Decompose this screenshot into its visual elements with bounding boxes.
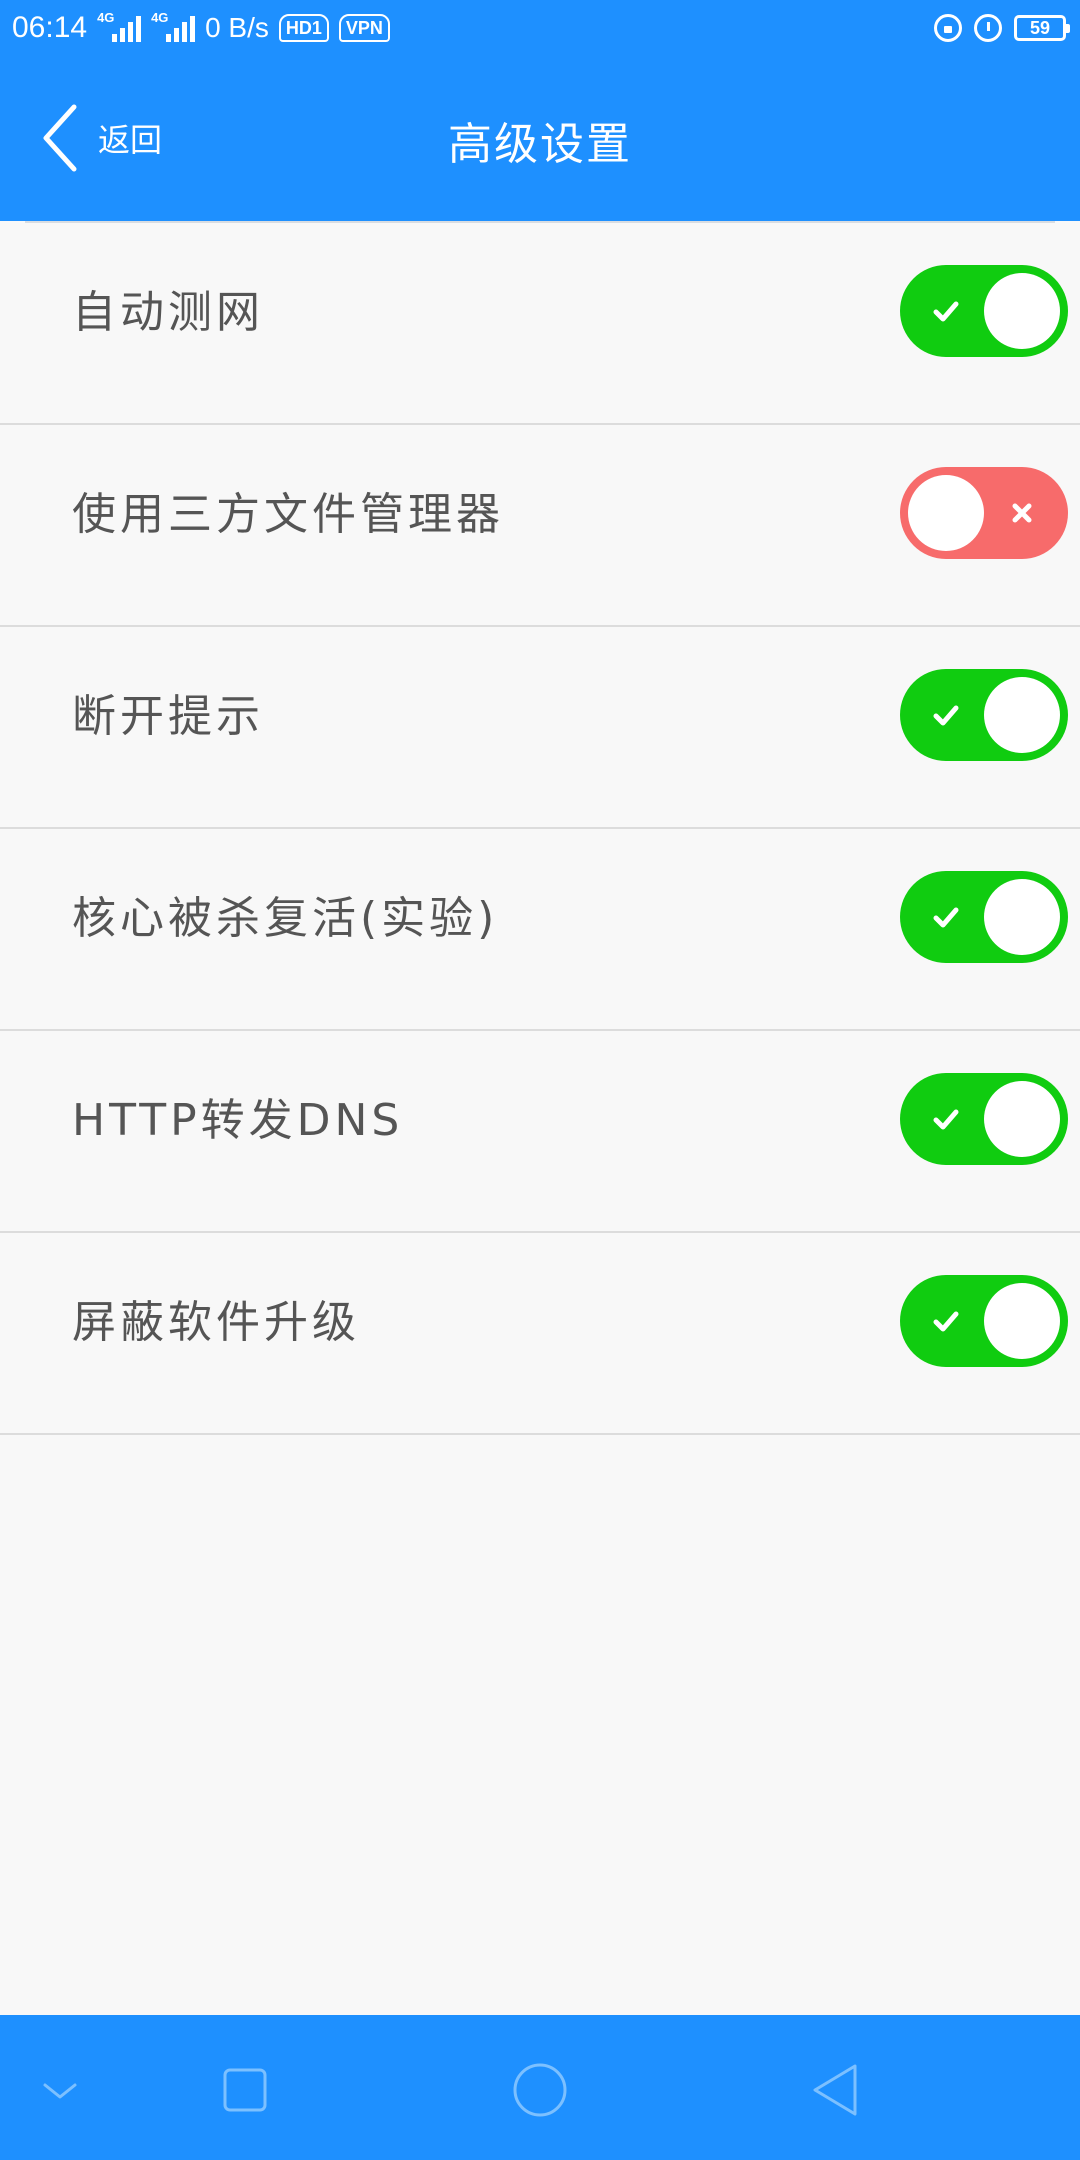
vpn-icon: VPN [338, 14, 390, 42]
toggle-switch-on[interactable] [900, 669, 1068, 761]
toggle-knob [984, 1283, 1060, 1359]
setting-label: 断开提示 [72, 691, 264, 742]
toggle-knob [984, 273, 1060, 349]
network-speed: 0 B/s [205, 12, 269, 43]
setting-label: 核心被杀复活(实验) [72, 893, 499, 944]
app-header: 返回 高级设置 [0, 56, 1080, 221]
toggle-switch-on[interactable] [900, 265, 1068, 357]
hd-icon: HD1 [278, 14, 329, 42]
setting-label: 使用三方文件管理器 [72, 489, 504, 540]
status-time: 06:14 [12, 11, 88, 44]
back-nav-button[interactable] [790, 2045, 880, 2135]
setting-row-third-party-file-manager: 使用三方文件管理器 [0, 425, 1080, 627]
chevron-down-icon[interactable] [15, 2045, 105, 2135]
check-icon [933, 907, 959, 928]
close-icon [1012, 503, 1032, 523]
check-icon [933, 301, 959, 322]
page-title: 高级设置 [448, 119, 632, 170]
battery-icon: 59 [1014, 15, 1070, 41]
setting-row-block-upgrade: 屏蔽软件升级 [0, 1233, 1080, 1435]
signal-icon: 4G [97, 10, 142, 46]
setting-row-disconnect-notice: 断开提示 [0, 627, 1080, 829]
navigation-bar [0, 2015, 1080, 2160]
check-icon [933, 705, 959, 726]
settings-list: 自动测网 使用三方文件管理器 断开提示 核心被杀复活(实验) HTTP转发DNS [0, 223, 1080, 1435]
setting-label: 自动测网 [72, 287, 264, 338]
setting-row-auto-test-network: 自动测网 [0, 223, 1080, 425]
setting-row-core-revive: 核心被杀复活(实验) [0, 829, 1080, 1031]
check-icon [933, 1109, 959, 1130]
recent-apps-button[interactable] [200, 2045, 290, 2135]
setting-row-http-dns: HTTP转发DNS [0, 1031, 1080, 1233]
alarm-icon [974, 14, 1002, 42]
setting-label: 屏蔽软件升级 [72, 1297, 360, 1348]
toggle-knob [984, 1081, 1060, 1157]
setting-label: HTTP转发DNS [72, 1095, 404, 1146]
toggle-knob [984, 677, 1060, 753]
signal-icon: 4G [151, 10, 196, 46]
toggle-knob [908, 475, 984, 551]
toggle-knob [984, 879, 1060, 955]
toggle-switch-off[interactable] [900, 467, 1068, 559]
toggle-switch-on[interactable] [900, 1073, 1068, 1165]
check-icon [933, 1311, 959, 1332]
toggle-switch-on[interactable] [900, 871, 1068, 963]
lock-icon [934, 14, 962, 42]
status-bar: 06:14 4G 4G 0 B/s HD1 VPN 59 [0, 0, 1080, 56]
toggle-switch-on[interactable] [900, 1275, 1068, 1367]
home-button[interactable] [495, 2045, 585, 2135]
